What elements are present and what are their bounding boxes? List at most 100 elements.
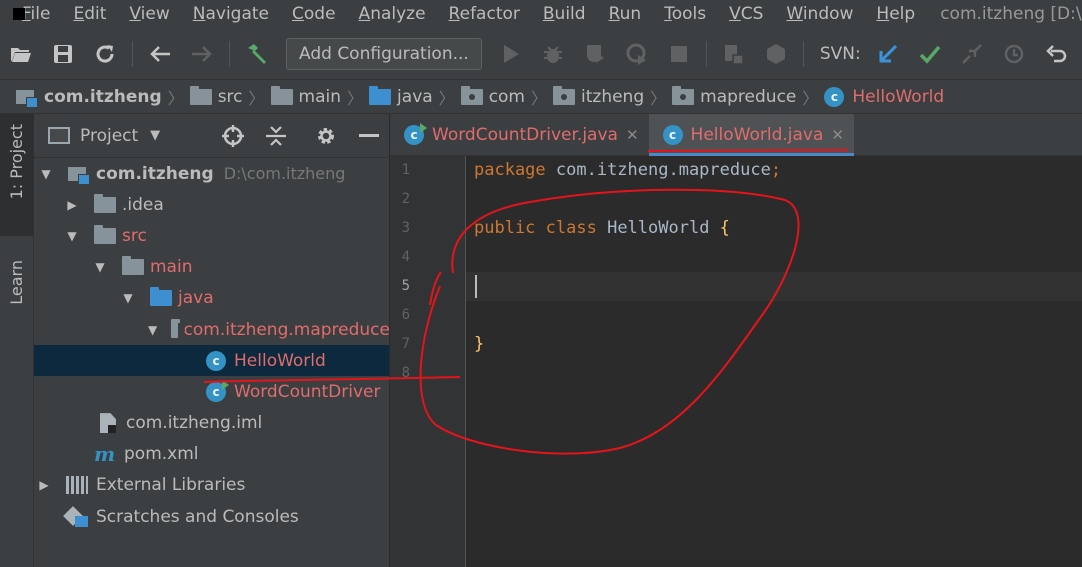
expanded-arrow-icon[interactable]: ▼ xyxy=(38,167,54,181)
sync-icon[interactable] xyxy=(93,42,117,66)
module-icon xyxy=(68,165,90,185)
menu-file[interactable]: File xyxy=(22,0,50,28)
svn-label: SVN: xyxy=(819,43,861,64)
breadcrumb-label: itzheng xyxy=(581,86,645,107)
main-toolbar: Add Configuration... SVN: xyxy=(0,28,1082,80)
tree-item-idea[interactable]: ▶ .idea xyxy=(34,189,389,220)
menu-help[interactable]: Help xyxy=(876,0,915,28)
menu-build[interactable]: Build xyxy=(543,0,586,28)
collapsed-arrow-icon[interactable]: ▶ xyxy=(64,198,80,212)
expanded-arrow-icon[interactable]: ▼ xyxy=(148,323,157,337)
tool-tab-label: Learn xyxy=(7,260,26,305)
tree-item-src[interactable]: ▼ src xyxy=(34,220,389,251)
tree-item-pom[interactable]: m pom.xml xyxy=(34,439,389,470)
collapsed-arrow-icon[interactable]: ▶ xyxy=(36,478,52,492)
line-number: 7 xyxy=(401,336,410,352)
attach-debugger-icon[interactable] xyxy=(722,42,746,66)
tab-wordcountdriver[interactable]: c WordCountDriver.java ✕ xyxy=(390,114,649,156)
tab-helloworld[interactable]: c HelloWorld.java ✕ xyxy=(648,114,855,156)
tree-item-label: pom.xml xyxy=(124,444,199,465)
line-number: 2 xyxy=(401,191,410,207)
project-view-icon xyxy=(48,127,70,144)
breadcrumb-item-project[interactable]: com.itzheng xyxy=(16,86,162,108)
tree-item-label: .idea xyxy=(122,194,164,215)
menu-run[interactable]: Run xyxy=(609,0,642,28)
line-number: 4 xyxy=(401,249,410,265)
menu-view[interactable]: View xyxy=(129,0,169,28)
menu-window[interactable]: Window xyxy=(786,0,853,28)
add-configuration-button[interactable]: Add Configuration... xyxy=(286,37,482,70)
tree-item-label: com.itzheng.iml xyxy=(126,413,263,434)
tree-item-scratches[interactable]: Scratches and Consoles xyxy=(34,501,389,532)
locate-crosshair-icon[interactable] xyxy=(221,124,245,148)
tree-item-main[interactable]: ▼ main xyxy=(34,252,389,283)
tree-item-external-libraries[interactable]: ▶ External Libraries xyxy=(34,470,389,501)
tool-tab-project[interactable]: 1: Project xyxy=(0,114,34,236)
breadcrumb-item-helloworld[interactable]: c HelloWorld xyxy=(824,86,944,107)
navigation-breadcrumb: com.itzheng 〉 src 〉 main 〉 java 〉 com 〉 … xyxy=(0,80,1082,114)
forward-arrow-icon[interactable] xyxy=(190,42,214,66)
scratches-icon xyxy=(66,507,88,527)
code-editor[interactable]: 1 2 3 4 5 6 7 8 package com.itzheng.mapr… xyxy=(390,156,1082,567)
close-icon[interactable]: ✕ xyxy=(626,126,639,144)
menu-code[interactable]: Code xyxy=(292,0,336,28)
project-view-selector[interactable]: Project xyxy=(80,126,138,146)
chevron-down-icon[interactable]: ▼ xyxy=(150,128,160,143)
debug-icon[interactable] xyxy=(541,42,565,66)
folder-icon xyxy=(270,85,293,105)
stop-icon[interactable] xyxy=(667,42,691,66)
folder-icon xyxy=(189,85,212,105)
tree-item-helloworld[interactable]: c HelloWorld xyxy=(34,345,389,377)
coverage-icon[interactable] xyxy=(583,42,607,66)
svn-compare-icon[interactable] xyxy=(960,42,984,66)
menu-edit[interactable]: Edit xyxy=(73,0,106,28)
project-tool-window: Project ▼ ▼ com.itzheng D:\com.itzheng ▶ xyxy=(34,114,390,567)
close-brace: } xyxy=(474,334,485,354)
gear-icon[interactable] xyxy=(314,124,338,148)
menu-tools[interactable]: Tools xyxy=(664,0,706,28)
back-arrow-icon[interactable] xyxy=(148,42,172,66)
breadcrumb-item-main[interactable]: main xyxy=(270,85,341,107)
tree-item-project-root[interactable]: ▼ com.itzheng D:\com.itzheng xyxy=(34,158,389,189)
breadcrumb-separator: 〉 xyxy=(802,88,819,108)
breadcrumb-item-src[interactable]: src xyxy=(189,85,243,107)
build-hammer-icon[interactable] xyxy=(245,42,269,66)
breadcrumb-item-com[interactable]: com xyxy=(460,85,525,107)
menu-refactor[interactable]: Refactor xyxy=(449,0,520,28)
menu-navigate[interactable]: Navigate xyxy=(193,0,269,28)
collapse-all-icon[interactable] xyxy=(264,124,288,148)
profile-icon[interactable] xyxy=(625,42,649,66)
svn-history-icon[interactable] xyxy=(1002,42,1026,66)
expanded-arrow-icon[interactable]: ▼ xyxy=(64,229,80,243)
menu-analyze[interactable]: Analyze xyxy=(359,0,426,28)
editor-tab-bar: c WordCountDriver.java ✕ c HelloWorld.ja… xyxy=(390,114,1082,156)
tree-item-iml[interactable]: com.itzheng.iml xyxy=(34,408,389,439)
tree-item-java[interactable]: ▼ java xyxy=(34,283,389,314)
close-icon[interactable]: ✕ xyxy=(831,126,844,144)
menu-vcs[interactable]: VCS xyxy=(729,0,763,28)
module-settings-icon[interactable] xyxy=(764,42,788,66)
breadcrumb-item-mapreduce[interactable]: mapreduce xyxy=(672,85,796,107)
tool-tab-learn[interactable]: Learn xyxy=(0,252,34,336)
library-icon xyxy=(66,476,88,495)
tree-item-package[interactable]: ▼ com.itzheng.mapreduce xyxy=(34,314,389,345)
expanded-arrow-icon[interactable]: ▼ xyxy=(120,291,136,305)
java-class-icon: c xyxy=(662,125,683,145)
toolbar-separator xyxy=(132,40,133,67)
run-icon[interactable] xyxy=(499,42,523,66)
save-all-icon[interactable] xyxy=(51,42,75,66)
expanded-arrow-icon[interactable]: ▼ xyxy=(92,260,108,274)
breadcrumb-label: com.itzheng xyxy=(44,86,162,107)
maven-icon: m xyxy=(94,442,116,467)
breadcrumb-item-itzheng[interactable]: itzheng xyxy=(553,85,645,107)
svn-commit-icon[interactable] xyxy=(918,42,942,66)
svn-update-icon[interactable] xyxy=(876,42,900,66)
minimize-icon[interactable] xyxy=(357,124,381,148)
toolbar-separator xyxy=(705,40,707,67)
code-line-class-declaration: public class HelloWorld { xyxy=(474,218,730,238)
tree-item-wordcountdriver[interactable]: c WordCountDriver xyxy=(34,376,389,407)
open-folder-icon[interactable] xyxy=(9,42,33,66)
svn-revert-icon[interactable] xyxy=(1044,42,1068,66)
iml-file-icon xyxy=(100,413,116,434)
breadcrumb-item-java[interactable]: java xyxy=(369,85,433,107)
